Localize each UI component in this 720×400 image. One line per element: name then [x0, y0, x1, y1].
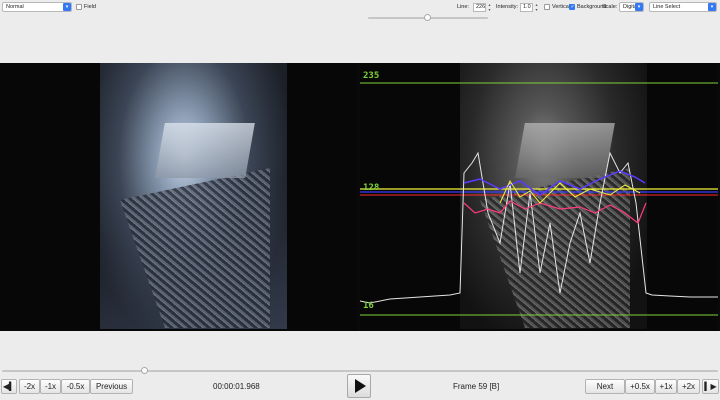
- intensity-stepper[interactable]: ▴ ▾: [534, 2, 539, 12]
- timeline-knob[interactable]: [141, 367, 148, 374]
- source-video-frame: [100, 63, 287, 329]
- top-toolbar: Normal ▾ Field Line: 226 ▴ ▾ Intensity: 1…: [0, 0, 720, 62]
- chevron-down-icon: ▾: [708, 3, 716, 11]
- background-checkbox[interactable]: [569, 4, 575, 10]
- skip-forward-icon: ▍▶: [704, 382, 717, 391]
- video-stage: 235 128 16: [0, 63, 720, 331]
- luma-trace: [360, 151, 718, 304]
- scope-label-235: 235: [363, 71, 380, 81]
- previous-button[interactable]: Previous: [90, 379, 133, 394]
- rewind-2x-button[interactable]: -2x: [19, 379, 40, 394]
- timecode: 00:00:01.968: [213, 382, 260, 391]
- scale-select[interactable]: Digital ▾: [619, 2, 644, 12]
- mode-select-value: Normal: [6, 4, 24, 10]
- vertical-label: Vertical: [552, 4, 571, 10]
- chevron-down-icon: ▾: [63, 3, 71, 11]
- forward-2x-button[interactable]: +2x: [677, 379, 700, 394]
- intensity-field[interactable]: 1.0: [520, 3, 533, 12]
- skip-forward-button[interactable]: ▍▶: [702, 379, 719, 394]
- play-icon: [355, 379, 366, 393]
- waveform-scope: [360, 82, 718, 316]
- source-video-pane: [0, 63, 358, 331]
- chroma-red-trace: [463, 200, 647, 224]
- rewind-1x-button[interactable]: -1x: [40, 379, 61, 394]
- forward-1x-button[interactable]: +1x: [655, 379, 677, 394]
- timeline-track[interactable]: [2, 370, 718, 372]
- line-label: Line:: [457, 4, 469, 10]
- chevron-down-icon: ▾: [635, 3, 643, 11]
- mode-select[interactable]: Normal ▾: [2, 2, 72, 12]
- line-select[interactable]: Line Select ▾: [649, 2, 717, 12]
- line-field[interactable]: 226: [473, 3, 486, 12]
- scope-label-16: 16: [363, 301, 374, 311]
- rewind-half-button[interactable]: -0.5x: [61, 379, 90, 394]
- field-label: Field: [84, 4, 96, 10]
- vertical-checkbox[interactable]: [544, 4, 550, 10]
- timeline: [0, 331, 720, 375]
- line-stepper[interactable]: ▴ ▾: [487, 2, 492, 12]
- line-select-value: Line Select: [653, 4, 681, 10]
- waveform-pane: 235 128 16: [360, 63, 718, 331]
- scale-label: Scale:: [602, 4, 618, 10]
- skip-back-button[interactable]: ◀▍: [1, 379, 17, 394]
- scope-label-128: 128: [363, 183, 380, 193]
- forward-half-button[interactable]: +0.5x: [625, 379, 655, 394]
- field-checkbox[interactable]: [76, 4, 82, 10]
- play-button[interactable]: [347, 374, 371, 398]
- frame-label: Frame 59 [B]: [453, 382, 500, 391]
- next-button[interactable]: Next: [585, 379, 625, 394]
- top-slider-knob[interactable]: [424, 14, 431, 21]
- skip-back-icon: ◀▍: [2, 382, 16, 391]
- intensity-label: Intensity:: [496, 4, 519, 10]
